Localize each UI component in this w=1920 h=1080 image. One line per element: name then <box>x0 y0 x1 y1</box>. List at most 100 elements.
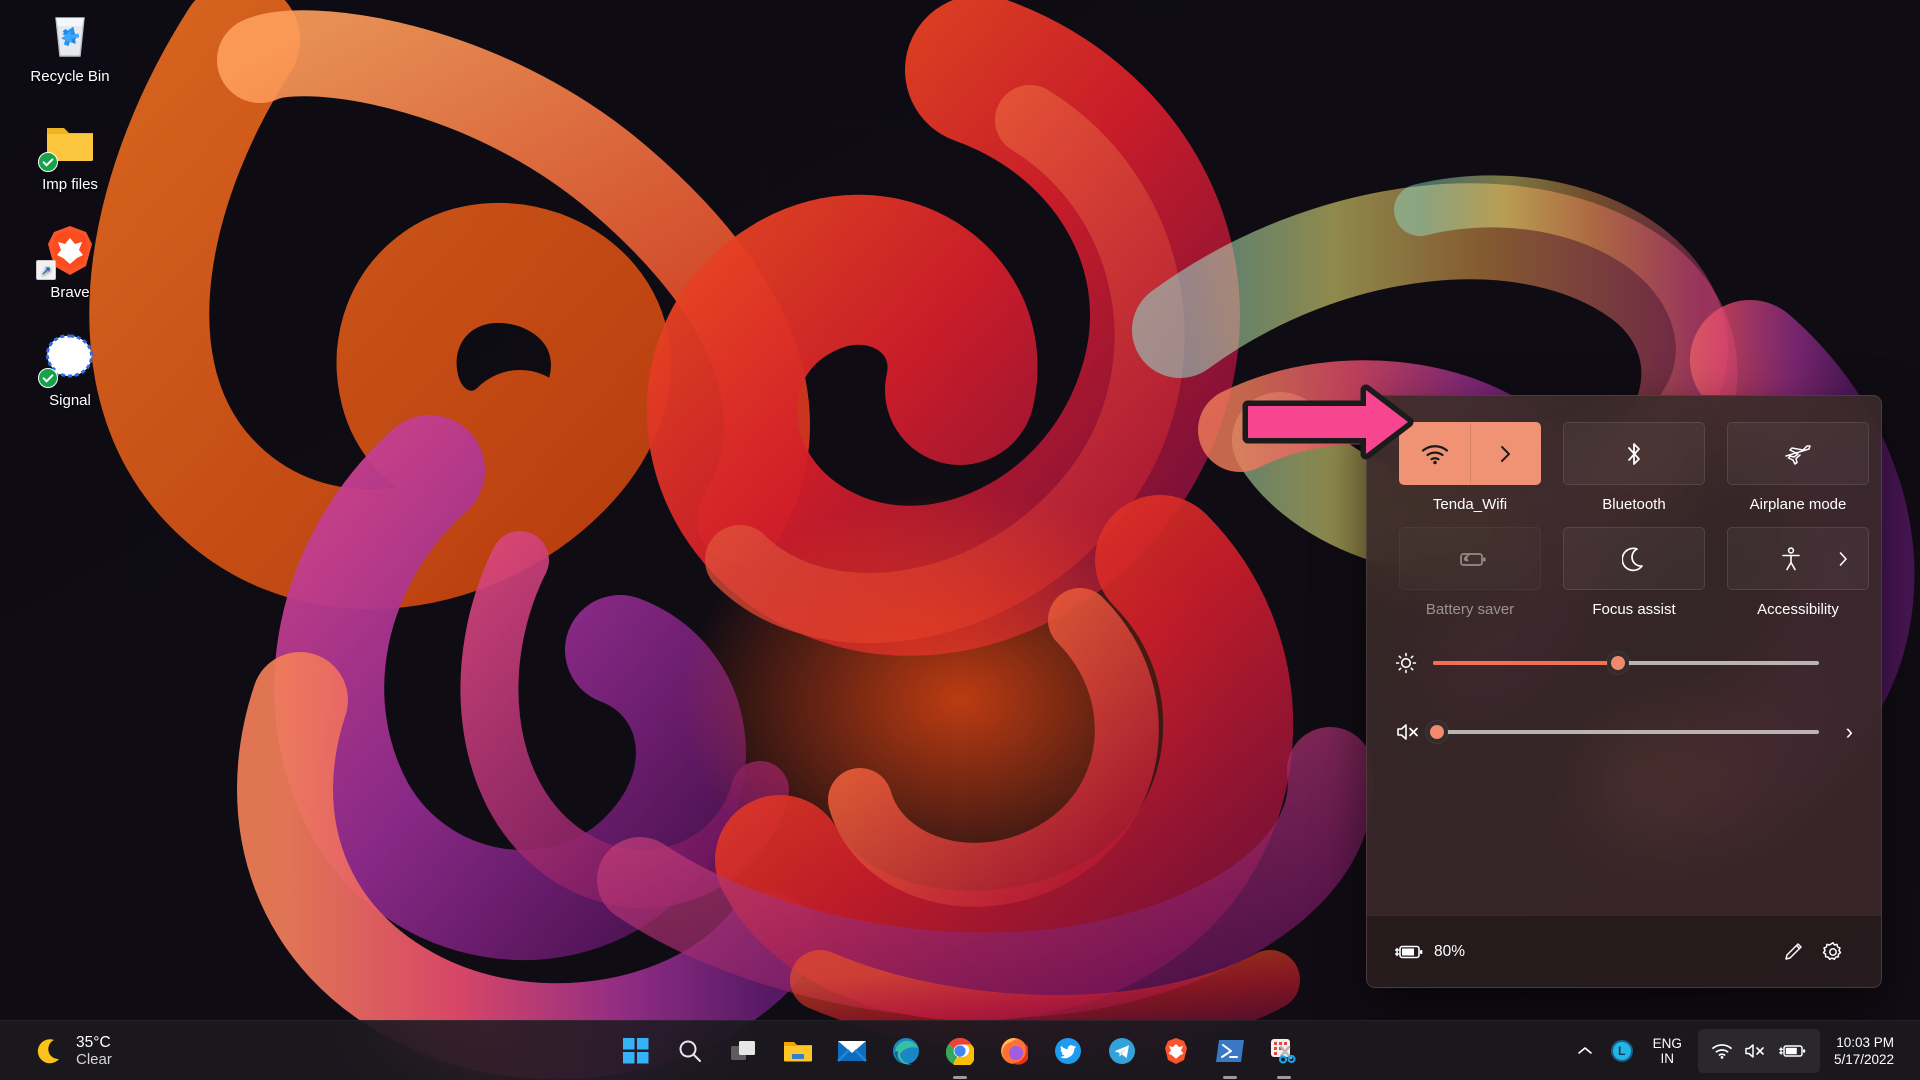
folder-icon <box>42 114 98 170</box>
running-indicator <box>953 1076 967 1079</box>
wifi-tile-label: Tenda_Wifi <box>1395 496 1545 513</box>
gear-icon <box>1822 941 1844 963</box>
quick-setting-bluetooth: Bluetooth <box>1559 422 1709 513</box>
bluetooth-icon <box>1623 441 1645 467</box>
search-icon <box>677 1038 703 1064</box>
quick-setting-airplane-mode: Airplane mode <box>1723 422 1873 513</box>
volume-slider[interactable] <box>1433 730 1819 734</box>
weather-widget[interactable]: 35°C Clear <box>8 1027 126 1075</box>
chrome-button[interactable] <box>939 1029 981 1073</box>
airplane-icon <box>1784 441 1812 467</box>
brightness-icon <box>1395 652 1433 674</box>
clock-time: 10:03 PM <box>1834 1034 1894 1051</box>
taskbar: 35°C Clear <box>0 1020 1920 1080</box>
mail-icon <box>837 1039 867 1063</box>
recycle-bin-icon <box>42 6 98 62</box>
brightness-slider-thumb[interactable] <box>1607 652 1629 674</box>
powershell-icon <box>1215 1038 1245 1064</box>
snipping-tool-button[interactable] <box>1263 1029 1305 1073</box>
tray-app-badge-label: L <box>1618 1045 1625 1057</box>
lastpass-badge-icon: L <box>1611 1040 1633 1062</box>
weather-condition: Clear <box>76 1051 112 1068</box>
running-indicator <box>1277 1076 1291 1079</box>
powershell-button[interactable] <box>1209 1029 1251 1073</box>
desktop-icon-recycle-bin[interactable]: Recycle Bin <box>15 6 125 86</box>
desktop-icon-label: Recycle Bin <box>15 68 125 86</box>
edit-quick-settings-button[interactable] <box>1773 932 1813 972</box>
system-tray: L ENG IN <box>1569 1021 1920 1080</box>
edge-button[interactable] <box>885 1029 927 1073</box>
desktop-icon-label: Imp files <box>15 176 125 194</box>
pencil-icon <box>1783 941 1804 962</box>
twitter-button[interactable] <box>1047 1029 1089 1073</box>
quick-setting-focus-assist: Focus assist <box>1559 527 1709 618</box>
tray-quick-settings-button[interactable] <box>1698 1029 1820 1073</box>
folder-icon <box>783 1038 813 1064</box>
battery-charging-icon <box>1395 943 1425 961</box>
search-button[interactable] <box>669 1029 711 1073</box>
tray-app-badge[interactable]: L <box>1603 1029 1641 1073</box>
moon-weather-icon <box>34 1036 64 1066</box>
language-line-2: IN <box>1661 1051 1675 1066</box>
focus-assist-tile-label: Focus assist <box>1559 601 1709 618</box>
tray-overflow-button[interactable] <box>1569 1029 1601 1073</box>
firefox-icon <box>1000 1037 1028 1065</box>
bluetooth-tile-label: Bluetooth <box>1559 496 1709 513</box>
telegram-button[interactable] <box>1101 1029 1143 1073</box>
battery-status[interactable]: 80% <box>1395 943 1465 961</box>
volume-chevron-right-icon[interactable]: › <box>1819 719 1853 745</box>
brightness-slider-fill <box>1433 661 1618 665</box>
desktop-icon-signal[interactable]: Signal <box>15 330 125 410</box>
accessibility-tile-button[interactable] <box>1727 527 1869 590</box>
desktop-icon-brave[interactable]: ↗ Brave <box>15 222 125 302</box>
wifi-icon <box>1711 1042 1733 1060</box>
open-settings-button[interactable] <box>1813 932 1853 972</box>
mail-button[interactable] <box>831 1029 873 1073</box>
sync-check-badge <box>38 368 58 388</box>
desktop-icon-imp-files[interactable]: Imp files <box>15 114 125 194</box>
battery-percent-label: 80% <box>1434 943 1465 961</box>
edge-icon <box>892 1037 920 1065</box>
wifi-chevron-right-icon[interactable] <box>1470 423 1540 484</box>
telegram-icon <box>1108 1037 1136 1065</box>
language-line-1: ENG <box>1653 1036 1682 1051</box>
volume-slider-row: › <box>1395 719 1853 745</box>
accessibility-icon <box>1779 546 1803 572</box>
sync-check-badge <box>38 152 58 172</box>
weather-temperature: 35°C <box>76 1034 112 1051</box>
brightness-slider[interactable] <box>1433 661 1819 665</box>
file-explorer-button[interactable] <box>777 1029 819 1073</box>
windows-logo-icon <box>623 1038 649 1064</box>
firefox-button[interactable] <box>993 1029 1035 1073</box>
desktop-icon-label: Signal <box>15 392 125 410</box>
brave-button[interactable] <box>1155 1029 1197 1073</box>
twitter-icon <box>1054 1037 1082 1065</box>
start-button[interactable] <box>615 1029 657 1073</box>
task-view-button[interactable] <box>723 1029 765 1073</box>
volume-muted-icon <box>1744 1042 1768 1060</box>
accessibility-tile-label: Accessibility <box>1723 601 1873 618</box>
tray-clock[interactable]: 10:03 PM 5/17/2022 <box>1826 1034 1906 1068</box>
battery-saver-tile-button[interactable] <box>1399 527 1541 590</box>
quick-setting-battery-saver: Battery saver <box>1395 527 1545 618</box>
focus-assist-tile-button[interactable] <box>1563 527 1705 590</box>
shortcut-arrow-badge: ↗ <box>36 260 56 280</box>
weather-text: 35°C Clear <box>76 1034 112 1068</box>
bluetooth-tile-button[interactable] <box>1563 422 1705 485</box>
annotation-arrow <box>1242 382 1472 492</box>
signal-icon <box>42 330 98 386</box>
battery-charging-icon <box>1779 1042 1807 1060</box>
battery-saver-tile-label: Battery saver <box>1395 601 1545 618</box>
airplane-mode-tile-button[interactable] <box>1727 422 1869 485</box>
taskbar-app-icons <box>615 1029 1305 1073</box>
battery-saver-icon <box>1453 549 1487 569</box>
volume-slider-thumb[interactable] <box>1426 721 1448 743</box>
tray-language-indicator[interactable]: ENG IN <box>1643 1029 1692 1073</box>
clock-date: 5/17/2022 <box>1834 1051 1894 1068</box>
brave-icon <box>1162 1037 1190 1065</box>
accessibility-chevron-right-icon[interactable] <box>1838 551 1848 567</box>
snipping-tool-icon <box>1269 1037 1299 1065</box>
task-view-icon <box>730 1038 758 1064</box>
brightness-slider-row <box>1395 652 1853 674</box>
quick-setting-accessibility: Accessibility <box>1723 527 1873 618</box>
